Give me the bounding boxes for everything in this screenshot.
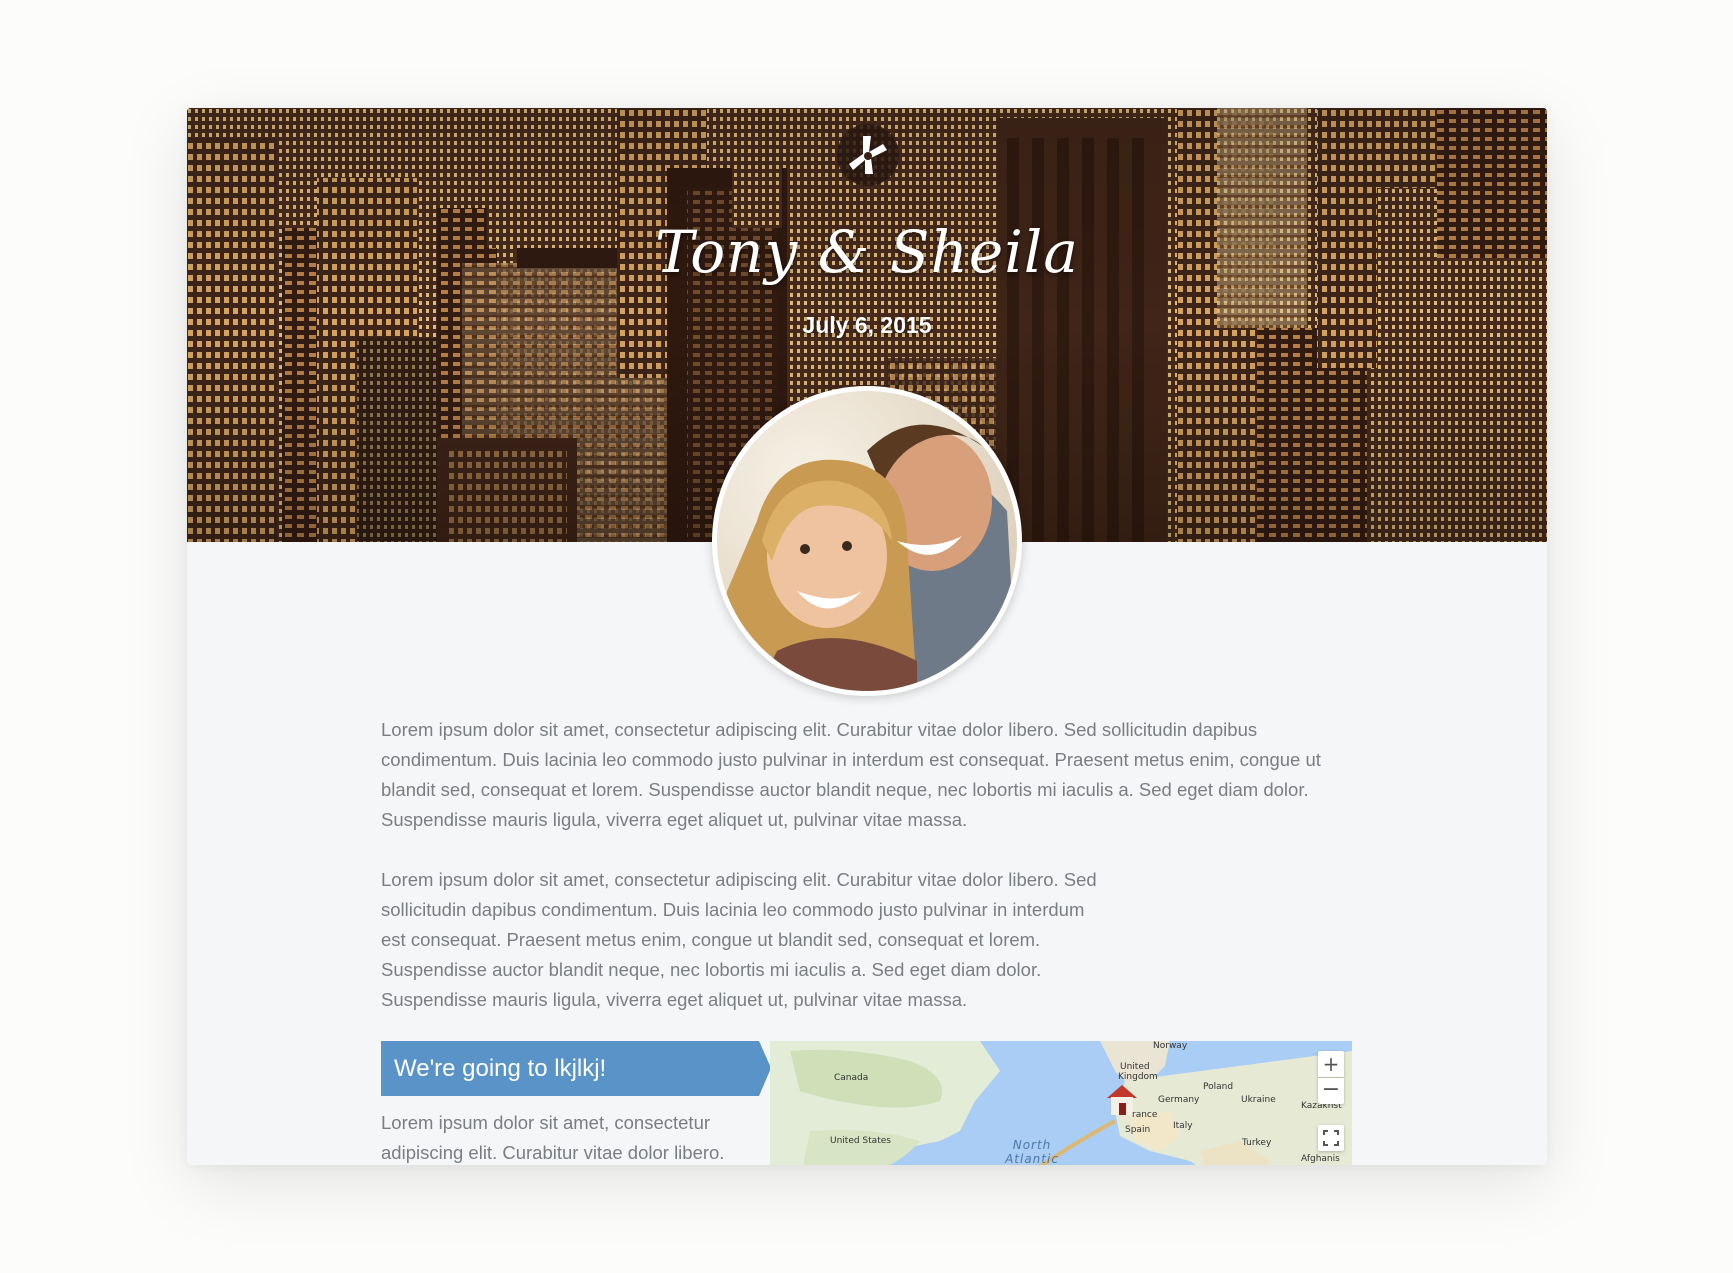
map-zoom-out-button[interactable]: −	[1318, 1078, 1344, 1104]
map-label-norway: Norway	[1153, 1041, 1188, 1051]
map-label-united-states: United States	[830, 1136, 891, 1146]
map-label-france: rance	[1132, 1110, 1158, 1120]
map-label-ukraine: Ukraine	[1241, 1095, 1276, 1105]
wedding-date: July 6, 2015	[802, 312, 932, 338]
story-paragraph-1: Lorem ipsum dolor sit amet, consectetur …	[381, 719, 1321, 830]
map-label-canada: Canada	[834, 1073, 869, 1083]
map-label-united-kingdom-2: Kingdom	[1118, 1072, 1158, 1082]
map-ocean-line-1: North	[1012, 1138, 1052, 1152]
destination-paragraph: Lorem ipsum dolor sit amet, consectetur …	[381, 1112, 725, 1163]
map-label-turkey: Turkey	[1242, 1138, 1272, 1148]
map-label-germany: Germany	[1158, 1095, 1200, 1105]
map-label-north-atlantic: North Atlantic	[1004, 1138, 1060, 1165]
map-label-italy: Italy	[1173, 1121, 1193, 1131]
destination-map[interactable]: Norway United Kingdom Canada Poland Germ…	[770, 1041, 1352, 1165]
couple-photo	[712, 386, 1022, 696]
map-label-afghanistan: Afghanis	[1301, 1154, 1340, 1164]
map-label-poland: Poland	[1203, 1082, 1234, 1092]
map-label-united-kingdom: United	[1120, 1062, 1150, 1072]
story-paragraph-2: Lorem ipsum dolor sit amet, consectetur …	[381, 869, 1097, 1010]
map-ocean-line-2: Atlantic	[1005, 1152, 1059, 1165]
couple-names-title: Tony & Sheila	[655, 218, 1079, 286]
wedding-card: Tony & Sheila July 6, 2015 Lorem ipsum d…	[187, 108, 1547, 1165]
fullscreen-icon[interactable]	[1318, 1125, 1344, 1151]
wedding-logo-icon	[837, 124, 899, 186]
map-zoom-in-button[interactable]: +	[1318, 1051, 1344, 1077]
destination-banner: We're going to lkjlkj!	[381, 1041, 771, 1096]
map-label-spain: Spain	[1125, 1125, 1151, 1135]
